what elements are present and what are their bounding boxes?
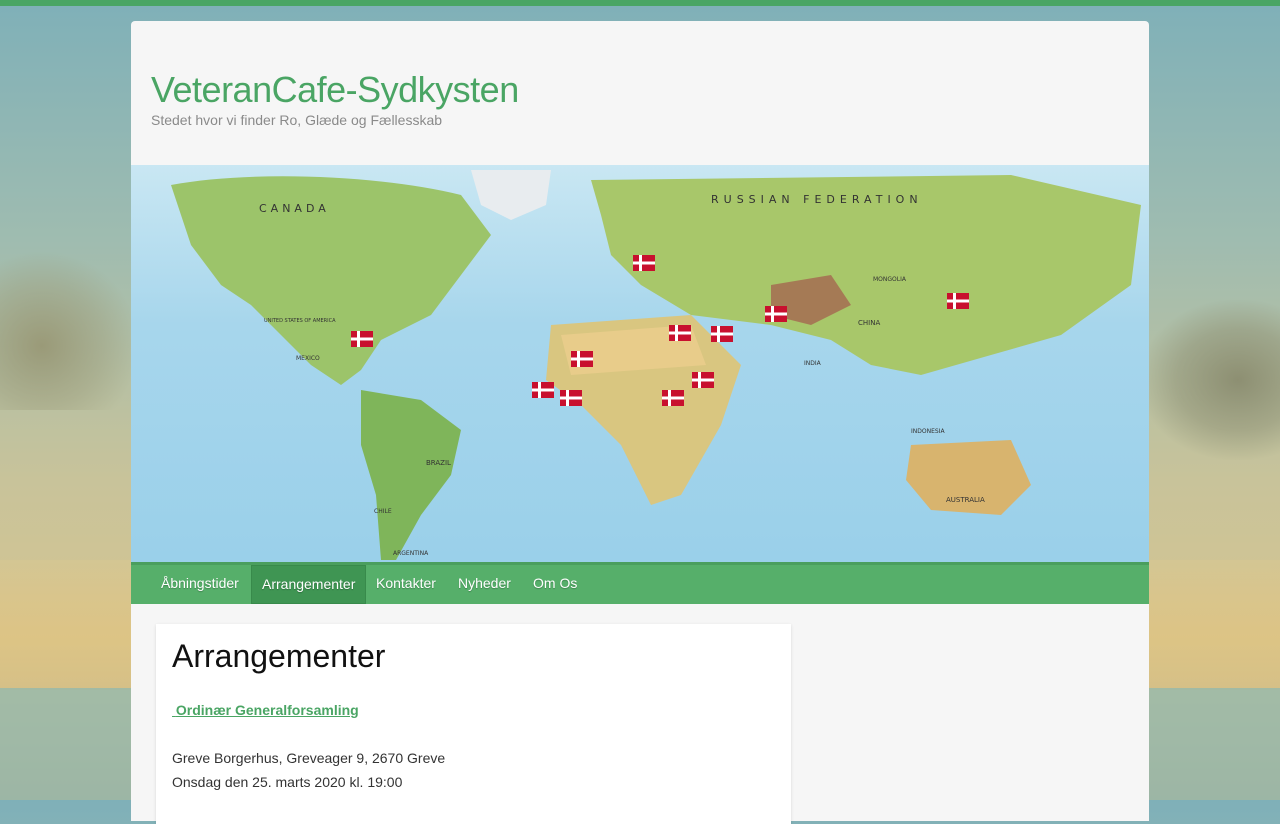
- danish-flag-icon: [947, 293, 969, 309]
- danish-flag-icon: [765, 306, 787, 322]
- map-label-canada: CANADA: [259, 202, 330, 215]
- site-tagline: Stedet hvor vi finder Ro, Glæde og Fælle…: [151, 112, 443, 128]
- danish-flag-icon: [560, 390, 582, 406]
- event-location: Greve Borgerhus, Greveager 9, 2670 Greve: [172, 750, 446, 766]
- header-banner-world-map: CANADA RUSSIAN FEDERATION BRAZIL AUSTRAL…: [131, 165, 1149, 562]
- world-map-image: CANADA RUSSIAN FEDERATION BRAZIL AUSTRAL…: [171, 170, 1141, 560]
- map-label-china: CHINA: [858, 319, 880, 327]
- nav-item-om-os[interactable]: Om Os: [523, 565, 587, 604]
- background-helicopter-left: [0, 250, 140, 410]
- map-north-america: [171, 176, 491, 385]
- article-card: Arrangementer Ordinær Generalforsamling …: [156, 624, 791, 824]
- nav-item-kontakter[interactable]: Kontakter: [366, 565, 446, 604]
- main-navigation: Åbningstider Arrangementer Kontakter Nyh…: [131, 562, 1149, 604]
- nav-item-arrangementer[interactable]: Arrangementer: [251, 565, 367, 604]
- site-container: VeteranCafe-Sydkysten Stedet hvor vi fin…: [131, 21, 1149, 824]
- map-label-argentina: ARGENTINA: [393, 550, 429, 557]
- danish-flag-icon: [571, 351, 593, 367]
- event-date: Onsdag den 25. marts 2020 kl. 19:00: [172, 774, 403, 790]
- event-link-text[interactable]: Ordinær Generalforsamling: [176, 702, 359, 718]
- nav-item-nyheder[interactable]: Nyheder: [448, 565, 521, 604]
- map-label-indonesia: INDONESIA: [911, 428, 945, 435]
- map-label-mexico: MEXICO: [296, 355, 320, 362]
- danish-flag-icon: [711, 326, 733, 342]
- nav-item-abningstider[interactable]: Åbningstider: [151, 565, 249, 604]
- map-label-mongolia: MONGOLIA: [873, 276, 907, 283]
- page-title: Arrangementer: [172, 638, 386, 674]
- map-label-australia: AUSTRALIA: [946, 496, 985, 504]
- danish-flag-icon: [351, 331, 373, 347]
- danish-flag-icon: [633, 255, 655, 271]
- content-area: Arrangementer Ordinær Generalforsamling …: [131, 604, 1149, 824]
- top-accent-bar: [0, 0, 1280, 6]
- site-title[interactable]: VeteranCafe-Sydkysten: [151, 69, 519, 111]
- danish-flag-icon: [662, 390, 684, 406]
- map-south-america: [361, 390, 461, 560]
- event-link[interactable]: Ordinær Generalforsamling: [172, 702, 359, 718]
- danish-flag-icon: [692, 372, 714, 388]
- map-label-chile: CHILE: [374, 508, 392, 515]
- map-label-brazil: BRAZIL: [426, 459, 451, 467]
- map-label-india: INDIA: [804, 360, 822, 367]
- map-label-usa: UNITED STATES OF AMERICA: [264, 318, 336, 324]
- danish-flag-icon: [669, 325, 691, 341]
- map-greenland: [471, 170, 551, 220]
- map-label-russia: RUSSIAN FEDERATION: [711, 193, 923, 206]
- background-helicopter-right: [1140, 300, 1280, 460]
- danish-flag-icon: [532, 382, 554, 398]
